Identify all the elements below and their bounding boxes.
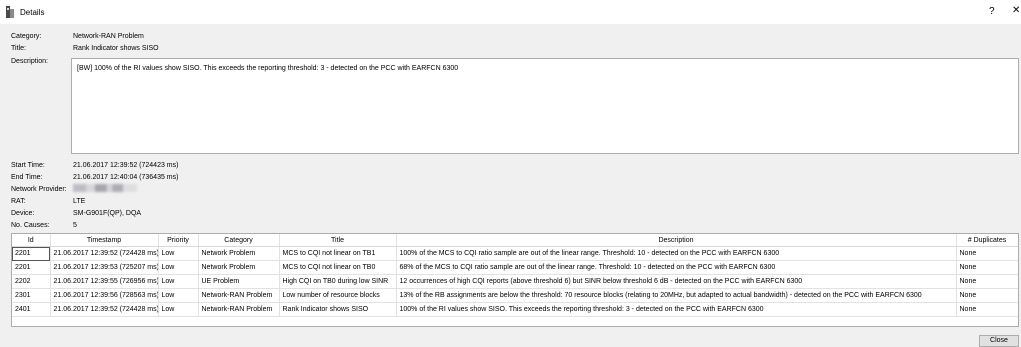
table-row[interactable]: 2202 21.06.2017 12:39:55 (726956 ms) Low… <box>12 274 1018 289</box>
cell-id[interactable]: 2202 <box>12 274 51 289</box>
cell-category[interactable]: Network Problem <box>198 246 280 261</box>
cell-title[interactable]: MCS to CQI not linear on TB0 <box>279 260 397 275</box>
network-provider-value-redacted <box>73 184 137 192</box>
cell-category[interactable]: Network-RAN Problem <box>198 288 280 303</box>
table-row[interactable]: 2201 21.06.2017 12:39:53 (725207 ms) Low… <box>12 260 1018 275</box>
cell-timestamp[interactable]: 21.06.2017 12:39:55 (726956 ms) <box>50 274 159 289</box>
cell-timestamp[interactable]: 21.06.2017 12:39:56 (728563 ms) <box>50 288 159 303</box>
title-label: Title: <box>11 45 26 52</box>
cell-priority[interactable]: Low <box>158 302 199 317</box>
cell-title[interactable]: Rank Indicator shows SISO <box>279 302 397 317</box>
cell-priority[interactable]: Low <box>158 246 199 261</box>
cell-id[interactable]: 2201 <box>12 246 51 261</box>
close-icon[interactable]: ✕ <box>1012 5 1020 16</box>
cell-duplicates[interactable]: None <box>956 274 1018 289</box>
cell-category[interactable]: Network-RAN Problem <box>198 302 280 317</box>
device-label: Device: <box>11 210 35 217</box>
rat-label: RAT: <box>11 198 26 205</box>
device-value: SM-G901F(QP), DQA <box>73 210 142 217</box>
no-causes-value: 5 <box>73 222 77 229</box>
causes-table[interactable]: Id Timestamp Priority Category Title Des… <box>11 233 1019 327</box>
category-label: Category: <box>11 33 42 40</box>
cell-duplicates[interactable]: None <box>956 302 1018 317</box>
cell-priority[interactable]: Low <box>158 260 199 275</box>
no-causes-label: No. Causes: <box>11 222 50 229</box>
rat-value: LTE <box>73 198 86 205</box>
network-provider-label: Network Provider: <box>11 186 67 193</box>
description-text: [BW] 100% of the RI values show SISO. Th… <box>77 65 459 72</box>
end-time-label: End Time: <box>11 174 43 181</box>
column-header-category[interactable]: Category <box>198 234 280 247</box>
cell-duplicates[interactable]: None <box>956 260 1018 275</box>
cell-description[interactable]: 12 occurrences of high CQI reports (abov… <box>396 274 957 289</box>
cell-description[interactable]: 68% of the MCS to CQI ratio sample are o… <box>396 260 957 275</box>
cell-title[interactable]: Low number of resource blocks <box>279 288 397 303</box>
cell-category[interactable]: UE Problem <box>198 274 280 289</box>
table-header: Id Timestamp Priority Category Title Des… <box>12 234 1018 247</box>
column-header-duplicates[interactable]: # Duplicates <box>956 234 1018 247</box>
column-header-id[interactable]: Id <box>12 234 51 247</box>
app-icon <box>6 6 14 18</box>
table-row[interactable]: 2401 21.06.2017 12:39:52 (724428 ms) Low… <box>12 302 1018 317</box>
cell-duplicates[interactable]: None <box>956 288 1018 303</box>
help-button[interactable]: ? <box>989 6 995 17</box>
start-time-label: Start Time: <box>11 162 45 169</box>
category-value: Network-RAN Problem <box>73 33 144 40</box>
start-time-value: 21.06.2017 12:39:52 (724423 ms) <box>73 162 179 169</box>
column-header-priority[interactable]: Priority <box>158 234 199 247</box>
table-row[interactable]: 2201 21.06.2017 12:39:52 (724428 ms) Low… <box>12 246 1018 261</box>
description-field[interactable]: [BW] 100% of the RI values show SISO. Th… <box>71 58 1019 154</box>
title-value: Rank Indicator shows SISO <box>73 45 159 52</box>
cell-title[interactable]: MCS to CQI not linear on TB1 <box>279 246 397 261</box>
title-bar: Details ? ✕ <box>0 0 1021 24</box>
cell-description[interactable]: 100% of the RI values show SISO. This ex… <box>396 302 957 317</box>
cell-timestamp[interactable]: 21.06.2017 12:39:52 (724428 ms) <box>50 302 159 317</box>
cell-priority[interactable]: Low <box>158 274 199 289</box>
end-time-value: 21.06.2017 12:40:04 (736435 ms) <box>73 174 179 181</box>
cell-timestamp[interactable]: 21.06.2017 12:39:53 (725207 ms) <box>50 260 159 275</box>
cell-duplicates[interactable]: None <box>956 246 1018 261</box>
redacted-blur <box>73 184 137 192</box>
window-title: Details <box>20 8 45 17</box>
table-row[interactable]: 2301 21.06.2017 12:39:56 (728563 ms) Low… <box>12 288 1018 303</box>
column-header-timestamp[interactable]: Timestamp <box>50 234 159 247</box>
column-header-title[interactable]: Title <box>279 234 397 247</box>
description-label: Description: <box>11 58 48 65</box>
cell-id[interactable]: 2401 <box>12 302 51 317</box>
column-header-description[interactable]: Description <box>396 234 957 247</box>
cell-title[interactable]: High CQI on TB0 during low SINR <box>279 274 397 289</box>
cell-description[interactable]: 100% of the MCS to CQI ratio sample are … <box>396 246 957 261</box>
cell-category[interactable]: Network Problem <box>198 260 280 275</box>
cell-id[interactable]: 2201 <box>12 260 51 275</box>
cell-timestamp[interactable]: 21.06.2017 12:39:52 (724428 ms) <box>50 246 159 261</box>
cell-priority[interactable]: Low <box>158 288 199 303</box>
cell-id[interactable]: 2301 <box>12 288 51 303</box>
cell-description[interactable]: 13% of the RB assignments are below the … <box>396 288 957 303</box>
close-button[interactable]: Close <box>979 335 1019 347</box>
